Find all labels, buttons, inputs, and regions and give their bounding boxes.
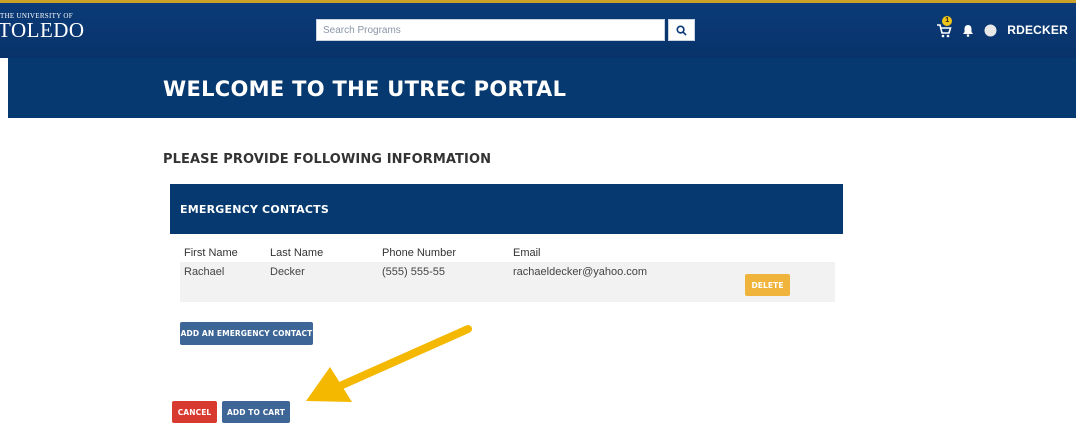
cell-email: rachaeldecker@yahoo.com xyxy=(513,266,648,278)
section-title: PLEASE PROVIDE FOLLOWING INFORMATION xyxy=(163,152,492,167)
column-header-phone: Phone Number xyxy=(382,247,456,259)
user-avatar-icon[interactable] xyxy=(984,24,997,37)
user-area: 1 RDECKER xyxy=(936,16,1068,38)
add-to-cart-button[interactable]: ADD TO CART xyxy=(222,401,290,423)
top-navigation: THE UNIVERSITY OF TOLEDO 1 RDECKE xyxy=(0,0,1076,58)
emergency-contacts-panel-header: EMERGENCY CONTACTS xyxy=(170,184,843,234)
column-header-first-name: First Name xyxy=(184,247,238,259)
panel-title: EMERGENCY CONTACTS xyxy=(180,203,329,216)
search-button[interactable] xyxy=(668,19,695,41)
column-header-last-name: Last Name xyxy=(270,247,324,259)
page-title: WELCOME TO THE UTREC PORTAL xyxy=(163,77,567,101)
cart-button[interactable]: 1 xyxy=(936,16,953,38)
cell-phone: (555) 555-55 xyxy=(382,266,445,278)
welcome-banner: WELCOME TO THE UTREC PORTAL xyxy=(8,58,1076,118)
annotation-arrow xyxy=(306,325,472,402)
column-header-email: Email xyxy=(513,247,541,259)
add-emergency-contact-button[interactable]: ADD AN EMERGENCY CONTACT xyxy=(180,322,313,345)
university-logo[interactable]: THE UNIVERSITY OF TOLEDO xyxy=(0,12,85,41)
cell-last-name: Decker xyxy=(270,266,305,278)
search-icon xyxy=(676,24,687,36)
cancel-button[interactable]: CANCEL xyxy=(172,401,217,423)
delete-contact-button[interactable]: DELETE xyxy=(745,274,790,296)
search-input[interactable] xyxy=(316,19,665,41)
logo-main-text: TOLEDO xyxy=(0,18,85,42)
cell-first-name: Rachael xyxy=(184,266,225,278)
bell-icon[interactable] xyxy=(962,24,974,37)
username-link[interactable]: RDECKER xyxy=(1007,23,1068,37)
